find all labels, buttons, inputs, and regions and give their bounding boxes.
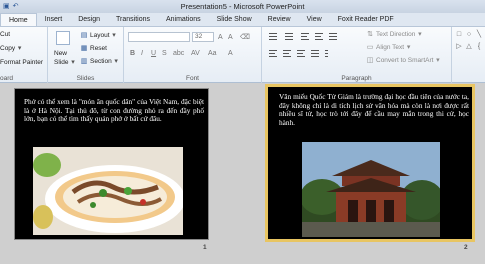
rectangle-shape-icon[interactable]: □ [455, 31, 463, 39]
tab-animations[interactable]: Animations [158, 13, 209, 26]
copy-button[interactable]: Copy ▾ [0, 44, 22, 53]
chevron-down-icon: ▾ [112, 31, 116, 39]
pho-bowl-illustration [33, 147, 183, 235]
layout-button[interactable]: ▤ Layout ▾ [80, 31, 117, 40]
oval-shape-icon[interactable]: ○ [465, 31, 473, 39]
font-family-combo[interactable] [128, 32, 190, 42]
chevron-down-icon: ▾ [71, 58, 75, 66]
font-size-value: 32 [195, 33, 203, 40]
slide-number-2: 2 [464, 244, 468, 251]
new-slide-dropdown[interactable]: Slide ▾ [54, 58, 75, 67]
section-label: Section [90, 58, 112, 65]
tab-design[interactable]: Design [70, 13, 108, 26]
italic-icon[interactable]: I [141, 49, 143, 58]
new-slide-button[interactable]: New [54, 49, 67, 58]
convert-smartart-label: Convert to SmartArt [376, 57, 434, 64]
drawing-group: □ ○ ╲ ▷ △ { [452, 27, 485, 83]
align-center-icon[interactable] [282, 49, 292, 58]
grow-font-icon[interactable]: A [218, 33, 223, 42]
tab-foxit-reader-pdf[interactable]: Foxit Reader PDF [330, 13, 402, 26]
text-direction-button[interactable]: ⇅ Text Direction ▾ [366, 30, 422, 39]
bullets-icon[interactable] [268, 32, 278, 41]
align-right-icon[interactable] [296, 49, 306, 58]
justify-icon[interactable] [310, 49, 320, 58]
pho-picture [33, 147, 183, 235]
triangle-shape-icon[interactable]: △ [465, 43, 473, 51]
align-text-icon: ▭ [366, 43, 374, 51]
tab-review[interactable]: Review [260, 13, 299, 26]
section-icon: ▥ [80, 57, 88, 65]
layout-icon: ▤ [80, 31, 88, 39]
align-text-button[interactable]: ▭ Align Text ▾ [366, 43, 411, 52]
tab-insert[interactable]: Insert [37, 13, 71, 26]
reset-button[interactable]: ▦ Reset [80, 44, 107, 53]
new-slide-icon[interactable] [56, 31, 70, 45]
slide-thumbnail-1[interactable]: Phở có thể xem là "món ăn quốc dân" của … [14, 88, 209, 240]
character-spacing-icon[interactable]: AV [191, 49, 200, 58]
shrink-font-icon[interactable]: A [228, 33, 233, 42]
clipboard-group: Cut Copy ▾ Format Painter oard [0, 27, 48, 83]
clipboard-group-label: oard [0, 75, 14, 82]
slide-thumbnail-2[interactable]: Văn miếu Quốc Tử Giám là trường đại học … [265, 84, 475, 242]
increase-indent-icon[interactable] [314, 32, 324, 41]
chevron-down-icon: ▾ [436, 56, 440, 64]
align-text-label: Align Text [376, 44, 405, 51]
copy-label: Copy [0, 45, 16, 52]
chevron-down-icon: ▾ [418, 30, 422, 38]
cut-button[interactable]: Cut [0, 30, 10, 39]
new-slide-label: New [54, 50, 68, 57]
chevron-down-icon: ▾ [114, 57, 118, 65]
chevron-down-icon: ▾ [17, 44, 22, 52]
font-color-icon[interactable]: A [228, 49, 233, 58]
window-title: Presentation5 - Microsoft PowerPoint [180, 2, 305, 11]
arrow-shape-icon[interactable]: ▷ [455, 43, 463, 51]
tab-view[interactable]: View [299, 13, 330, 26]
reset-icon: ▦ [80, 44, 88, 52]
slide-number-1: 1 [203, 244, 207, 251]
text-direction-label: Text Direction [376, 31, 416, 38]
font-group-label: Font [185, 75, 199, 82]
font-size-combo[interactable]: 32 [192, 32, 214, 42]
slide-1-text: Phở có thể xem là "món ăn quốc dân" của … [24, 97, 204, 124]
bold-icon[interactable]: B [130, 49, 135, 58]
align-left-icon[interactable] [268, 49, 278, 58]
section-button[interactable]: ▥ Section ▾ [80, 57, 119, 66]
cut-label: Cut [0, 31, 11, 38]
ribbon: Cut Copy ▾ Format Painter oard New Slide… [0, 27, 485, 83]
temple-picture [302, 142, 440, 237]
title-bar: ▣ ↶ Presentation5 - Microsoft PowerPoint [0, 0, 485, 13]
font-group: 32 A A ⌫ B I U S abc AV Aa A Font [124, 27, 262, 83]
line-shape-icon[interactable]: ╲ [475, 31, 483, 39]
numbering-icon[interactable] [284, 32, 294, 41]
underline-icon[interactable]: U [151, 49, 156, 58]
convert-to-smartart-button[interactable]: ◫ Convert to SmartArt ▾ [366, 56, 440, 65]
format-painter-label: Format Painter [0, 59, 43, 66]
format-painter-button[interactable]: Format Painter [0, 58, 43, 67]
slides-group-label: Slides [76, 75, 95, 82]
paragraph-group: ⇅ Text Direction ▾ ▭ Align Text ▾ ◫ Conv… [262, 27, 452, 83]
tab-transitions[interactable]: Transitions [108, 13, 158, 26]
strikethrough-icon[interactable]: abc [173, 49, 184, 58]
paragraph-group-label: Paragraph [341, 75, 372, 82]
columns-icon[interactable] [324, 49, 334, 58]
clear-formatting-icon[interactable]: ⌫ [240, 33, 250, 42]
shadow-icon[interactable]: S [162, 49, 167, 58]
tab-slide-show[interactable]: Slide Show [209, 13, 260, 26]
layout-label: Layout [90, 32, 110, 39]
chevron-down-icon: ▾ [406, 43, 411, 51]
text-direction-icon: ⇅ [367, 30, 373, 38]
brace-shape-icon[interactable]: { [475, 43, 483, 51]
ribbon-tabs: Home Insert Design Transitions Animation… [0, 13, 485, 27]
decrease-indent-icon[interactable] [300, 32, 310, 41]
smartart-icon: ◫ [366, 56, 374, 64]
slides-group: New Slide ▾ ▤ Layout ▾ ▦ Reset ▥ Section… [48, 27, 124, 83]
change-case-icon[interactable]: Aa [208, 49, 217, 58]
tab-home[interactable]: Home [0, 13, 37, 26]
reset-label: Reset [90, 45, 107, 52]
new-slide-label-2: Slide [54, 59, 69, 66]
temple-illustration [302, 142, 440, 237]
slide-2-text: Văn miếu Quốc Tử Giám là trường đại học … [279, 92, 469, 127]
line-spacing-icon[interactable] [328, 32, 338, 41]
